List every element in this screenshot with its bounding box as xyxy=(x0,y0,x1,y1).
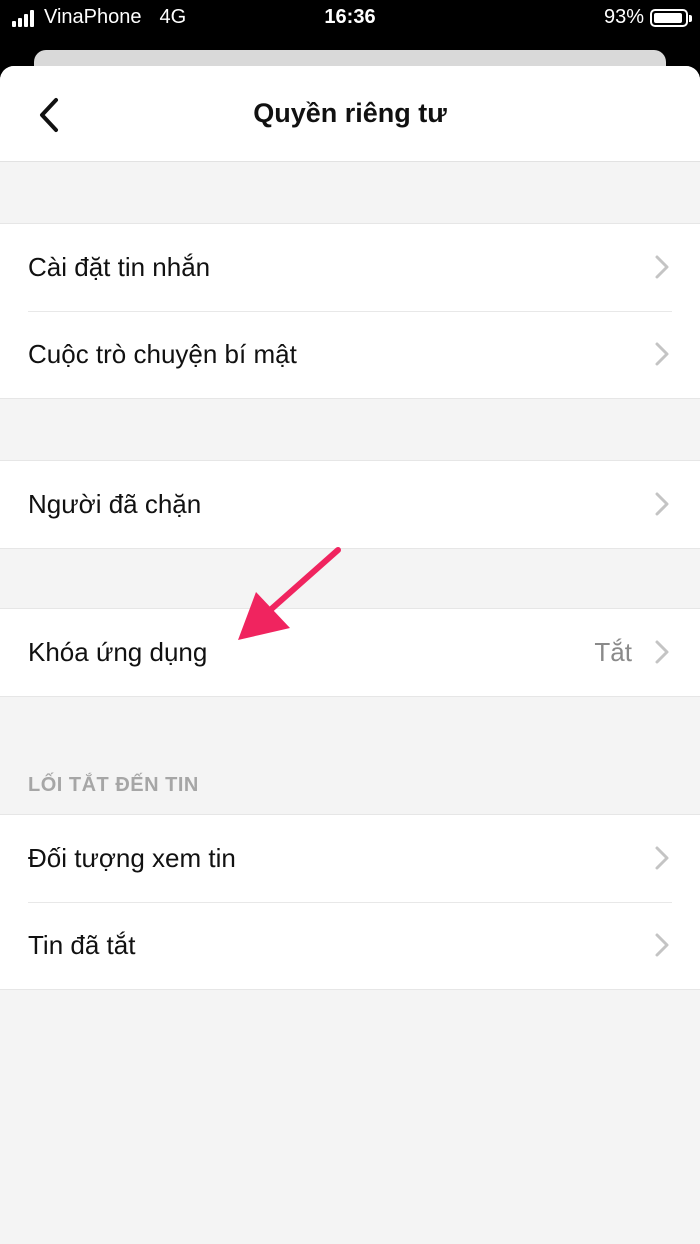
row-muted-stories[interactable]: Tin đã tắt xyxy=(0,902,700,989)
row-message-settings[interactable]: Cài đặt tin nhắn xyxy=(0,224,700,311)
row-label: Người đã chặn xyxy=(28,489,202,519)
messages-group: Cài đặt tin nhắn Cuộc trò chuyện bí mật xyxy=(0,223,700,399)
page-title: Quyền riêng tư xyxy=(253,98,447,128)
blocked-group: Người đã chặn xyxy=(0,460,700,549)
row-label: Tin đã tắt xyxy=(28,930,136,960)
privacy-sheet: Quyền riêng tư Cài đặt tin nhắn Cuộc trò… xyxy=(0,66,700,1244)
chevron-right-icon xyxy=(655,342,669,366)
chevron-right-icon xyxy=(655,933,669,957)
row-label: Đối tượng xem tin xyxy=(28,843,236,873)
chevron-right-icon xyxy=(655,492,669,516)
chevron-right-icon xyxy=(655,255,669,279)
app-lock-status: Tắt xyxy=(594,637,632,667)
battery-percent: 93% xyxy=(603,6,644,28)
status-right: 93% xyxy=(603,6,692,29)
status-time: 16:36 xyxy=(324,6,376,28)
status-bar: VinaPhone 4G 16:36 93% xyxy=(0,0,700,36)
row-label: Cài đặt tin nhắn xyxy=(28,252,211,282)
chevron-right-icon xyxy=(655,846,669,870)
battery-icon xyxy=(650,8,692,27)
row-label: Cuộc trò chuyện bí mật xyxy=(28,339,297,369)
app-lock-group: Khóa ứng dụng Tắt xyxy=(0,608,700,697)
row-story-audience[interactable]: Đối tượng xem tin xyxy=(0,815,700,902)
row-label: Khóa ứng dụng xyxy=(28,637,208,667)
chevron-right-icon xyxy=(655,640,669,664)
row-app-lock[interactable]: Khóa ứng dụng Tắt xyxy=(0,609,700,696)
row-secret-chat[interactable]: Cuộc trò chuyện bí mật xyxy=(0,311,700,398)
row-blocked-users[interactable]: Người đã chặn xyxy=(0,461,700,548)
section-header-stories: LỐI TẮT ĐẾN TIN xyxy=(28,774,199,796)
stories-group: Đối tượng xem tin Tin đã tắt xyxy=(0,814,700,990)
battery-fill xyxy=(654,12,682,23)
nav-bar: Quyền riêng tư xyxy=(0,66,700,162)
